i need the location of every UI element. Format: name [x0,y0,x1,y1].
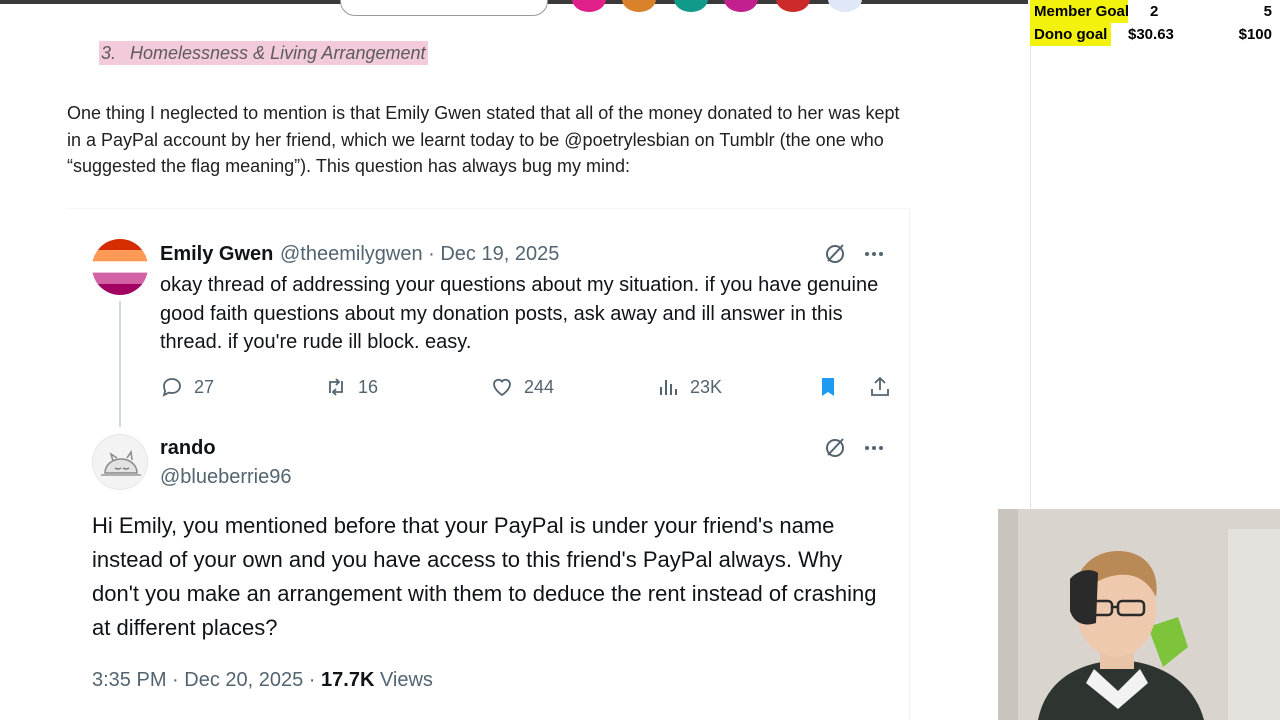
dono-goal-values: $30.63 $100 [1128,23,1276,46]
section-heading: 3. Homelessness & Living Arrangement [99,41,428,65]
like-button[interactable]: 244 [490,372,554,402]
lesbian-flag-avatar-icon [92,239,148,295]
like-icon [493,378,511,397]
tweet-actions: 27 16 244 23K [160,372,920,402]
reply-count: 27 [194,376,215,397]
thread-line [119,301,121,427]
views-total: 17.7K [321,669,375,691]
goal-overlay: Member Goal 2 5 Dono goal $30.63 $100 [1028,0,1280,46]
address-bar[interactable] [340,0,548,16]
streamer-webcam-image [998,509,1280,720]
author-handle[interactable]: @blueberrie96 [160,466,292,489]
timestamp-text: 3:35 PM · Dec 20, 2025 · [92,669,322,691]
reply-tweet-text: Hi Emily, you mentioned before that your… [92,513,877,640]
heading-text: Homelessness & Living Arrangement [130,43,426,63]
sleeping-cat-avatar-icon [101,449,141,476]
author-name[interactable]: Emily Gwen [160,243,273,266]
avatar[interactable] [92,239,148,295]
views-label: Views [374,669,433,691]
profile-dot-teal[interactable] [674,0,708,12]
profile-dot-magenta[interactable] [724,0,758,12]
profile-dot-red[interactable] [776,0,810,12]
webcam-feed [998,509,1280,720]
member-goal-row: Member Goal 2 5 [1028,0,1280,23]
member-goal-values: 2 5 [1128,0,1276,23]
dono-goal-target: $100 [1238,26,1272,43]
share-button[interactable] [868,372,902,402]
member-goal-current: 2 [1150,3,1159,20]
bookmark-icon [822,378,834,396]
member-goal-label: Member Goal [1030,0,1134,23]
tweet-embed: Emily Gwen @theemilygwen · Dec 19, 2025 … [66,208,910,720]
repost-icon [329,378,343,396]
reply-icon [162,378,181,397]
browser-toolbar [0,0,1030,18]
tweet-text: okay thread of addressing your questions… [160,274,879,353]
repost-button[interactable]: 16 [324,372,378,402]
like-count: 244 [524,376,555,397]
member-goal-target: 5 [1263,3,1272,20]
tweet-timestamp[interactable]: 3:35 PM · Dec 20, 2025 · 17.7K Views [92,669,433,692]
profile-dot-pink[interactable] [572,0,606,12]
views-icon [660,380,677,395]
profile-dot-light[interactable] [828,0,862,12]
heading-number: 3. [101,43,117,63]
dono-goal-label: Dono goal [1030,23,1112,46]
more-icon[interactable] [860,434,888,462]
views-button[interactable]: 23K [656,372,722,402]
reply-button[interactable]: 27 [160,372,214,402]
author-handle-date[interactable]: @theemilygwen · Dec 19, 2025 [280,243,559,266]
body-paragraph: One thing I neglected to mention is that… [67,103,900,176]
dono-goal-row: Dono goal $30.63 $100 [1028,23,1280,46]
grok-icon[interactable] [821,240,849,268]
more-icon[interactable] [860,240,888,268]
grok-icon[interactable] [821,434,849,462]
dono-goal-current: $30.63 [1128,26,1174,43]
views-count: 23K [690,376,723,397]
screen: 3. Homelessness & Living Arrangement One … [0,0,1280,720]
bookmark-button[interactable] [816,372,850,402]
repost-count: 16 [358,376,379,397]
author-name[interactable]: rando [160,437,216,460]
share-icon [871,376,889,396]
avatar[interactable] [92,434,148,490]
profile-dot-orange[interactable] [622,0,656,12]
